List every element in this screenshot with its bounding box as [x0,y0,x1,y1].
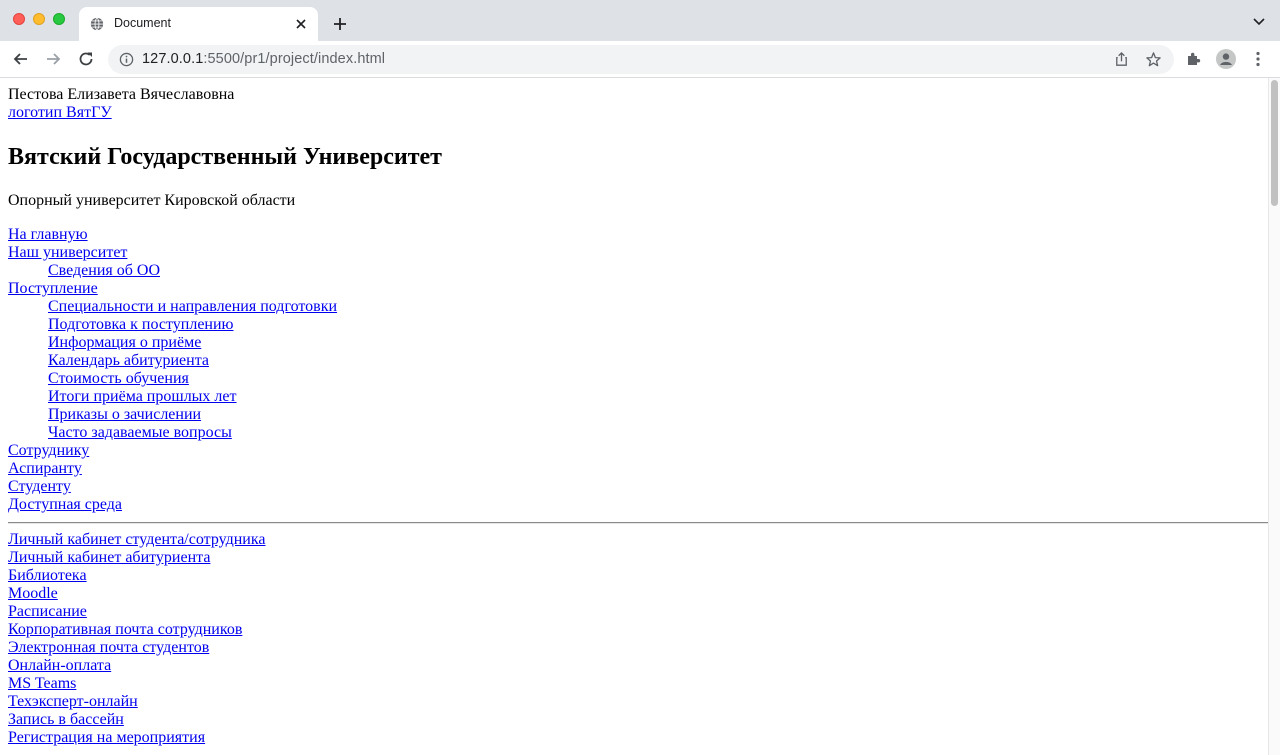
service-link[interactable]: Электронная почта студентов [8,639,209,656]
vertical-scrollbar[interactable] [1268,78,1280,755]
author-name: Пестова Елизавета Вячеславовна [8,86,235,103]
page-viewport: Пестова Елизавета Вячеславовна логотип В… [0,78,1268,755]
service-link[interactable]: Личный кабинет студента/сотрудника [8,531,266,548]
nav-sub-link[interactable]: Стоимость обучения [48,370,189,387]
nav-sub-link[interactable]: Информация о приёме [48,334,201,351]
star-icon[interactable] [1145,51,1162,68]
service-link[interactable]: Библиотека [8,567,87,584]
browser-toolbar: 127.0.0.1:5500/pr1/project/index.html [0,41,1280,78]
address-bar[interactable]: 127.0.0.1:5500/pr1/project/index.html [108,45,1174,74]
tagline: Опорный университет Кировской области [8,192,296,209]
zoom-window-button[interactable] [53,13,65,25]
service-link[interactable]: Корпоративная почта сотрудников [8,621,242,638]
chevron-down-icon[interactable] [1252,16,1266,28]
nav-sub-link[interactable]: Итоги приёма прошлых лет [48,388,237,405]
plus-icon[interactable] [331,15,349,33]
more-vert-icon[interactable] [1249,50,1267,68]
tab-strip: Document [0,0,1280,41]
service-link[interactable]: Регистрация на мероприятия [8,729,205,746]
nav-home-link[interactable]: На главную [8,226,88,243]
page-title: Вятский Государственный Университет [8,144,442,170]
nav-sub-link[interactable]: Сведения об ОО [48,262,160,279]
service-link[interactable]: MS Teams [8,675,76,692]
info-icon[interactable] [119,52,134,67]
service-link[interactable]: Запись в бассейн [8,711,124,728]
minimize-window-button[interactable] [33,13,45,25]
nav-postgrad-link[interactable]: Аспиранту [8,460,82,477]
nav-sub-link[interactable]: Часто задаваемые вопросы [48,424,232,441]
scrollbar-thumb[interactable] [1271,80,1278,206]
service-link[interactable]: Moodle [8,585,58,602]
extensions-icon[interactable] [1185,50,1203,68]
url-text[interactable]: 127.0.0.1:5500/pr1/project/index.html [142,51,385,67]
service-link[interactable]: Личный кабинет абитуриента [8,549,210,566]
url-path: :5500/pr1/project/index.html [203,51,386,67]
reload-icon[interactable] [77,50,95,68]
url-host: 127.0.0.1 [142,51,204,67]
tab-title: Document [114,16,171,30]
services-list: Личный кабинет студента/сотрудника Личны… [8,531,1268,747]
logo-link[interactable]: логотип ВятГУ [8,104,112,121]
horizontal-rule [8,522,1268,524]
nav-admission-link[interactable]: Поступление [8,280,98,297]
nav-sub-link[interactable]: Специальности и направления подготовки [48,298,337,315]
service-link[interactable]: Техэксперт-онлайн [8,693,138,710]
nav-accessibility-link[interactable]: Доступная среда [8,496,122,513]
forward-arrow-icon[interactable] [44,50,62,68]
globe-icon [90,17,104,31]
nav-university-link[interactable]: Наш университет [8,244,127,261]
service-link[interactable]: Онлайн-оплата [8,657,111,674]
back-arrow-icon[interactable] [12,50,30,68]
close-window-button[interactable] [13,13,25,25]
service-link[interactable]: Расписание [8,603,87,620]
active-tab[interactable]: Document [79,7,318,41]
nav-sub-link[interactable]: Приказы о зачислении [48,406,201,423]
share-icon[interactable] [1113,51,1130,68]
nav-staff-link[interactable]: Сотруднику [8,442,89,459]
main-nav: На главную Наш университет Сведения об О… [8,226,1268,514]
nav-student-link[interactable]: Студенту [8,478,71,495]
nav-sub-link[interactable]: Подготовка к поступлению [48,316,234,333]
nav-sub-link[interactable]: Календарь абитуриента [48,352,209,369]
profile-icon[interactable] [1216,49,1236,69]
page-content: Пестова Елизавета Вячеславовна логотип В… [8,86,1268,747]
close-icon[interactable] [294,17,308,31]
